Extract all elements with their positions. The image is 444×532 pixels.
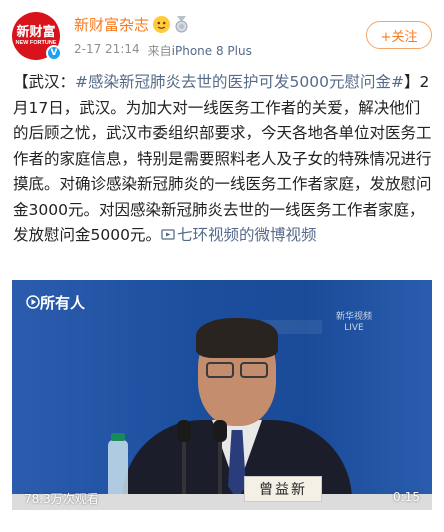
follow-button[interactable]: +关注: [366, 21, 432, 49]
source-prefix: 来自: [147, 44, 172, 58]
post-source: 来自iPhone 8 Plus: [148, 42, 252, 59]
video-watermark-right-line2: LIVE: [344, 323, 364, 333]
video-watermark-right-line1: 新华视频: [335, 312, 372, 322]
video-watermark-left: 所有人: [26, 292, 85, 313]
post-meta: 2-17 21:14 来自iPhone 8 Plus: [74, 42, 252, 59]
video-player[interactable]: 所有人 新华视频 LIVE 曾益新 78.3万次观看 0:15: [12, 280, 432, 510]
post-body: 2月17日，武汉。为加大对一线医务工作者的关爱，解决他们的后顾之忧，武汉市委组织…: [13, 73, 432, 244]
bracket-open: 【: [13, 73, 29, 91]
video-duration: 0:15: [393, 490, 420, 504]
microphone-right-icon: [213, 420, 227, 442]
verified-badge-icon: V: [46, 45, 62, 61]
medal-icon[interactable]: [174, 16, 189, 33]
bracket-close: 】: [403, 73, 420, 91]
video-watermark-left-text: 所有人: [40, 294, 86, 312]
video-source-label: 七环视频的微博视频: [176, 226, 317, 244]
location-tag: 武汉：: [28, 73, 76, 91]
emoji-badge-icon[interactable]: [153, 16, 171, 33]
post-header: 新财富 NEW FORTUNE V 新财富杂志 2-17 21:14 来自iPh…: [0, 0, 444, 70]
avatar[interactable]: 新财富 NEW FORTUNE V: [12, 12, 62, 61]
nameplate: 曾益新: [244, 476, 322, 502]
name-row: 新财富杂志: [74, 14, 189, 35]
glasses-right: [240, 362, 268, 378]
video-watermark-right: 新华视频 LIVE: [336, 312, 372, 334]
water-bottle-cap: [111, 433, 125, 441]
view-count: 78.3万次观看: [24, 492, 99, 506]
microphone-left-icon: [177, 420, 191, 442]
video-source-link[interactable]: 七环视频的微博视频: [161, 226, 317, 244]
verified-mark: V: [50, 48, 58, 58]
avatar-logo-text: 新财富: [16, 25, 56, 40]
topic-hashtag[interactable]: #感染新冠肺炎去世的医护可发5000元慰问金#: [75, 73, 404, 91]
water-bottle: [108, 440, 128, 500]
post-date: 2-17 21:14: [74, 42, 140, 56]
post-text: 【武汉：#感染新冠肺炎去世的医护可发5000元慰问金#】2月17日，武汉。为加大…: [13, 70, 433, 249]
glasses-left: [206, 362, 234, 378]
device-name: iPhone 8 Plus: [171, 44, 252, 58]
speaker-hair: [196, 318, 278, 358]
video-link-icon: [161, 229, 175, 240]
username[interactable]: 新财富杂志: [74, 14, 149, 35]
play-logo-icon: [26, 295, 40, 309]
